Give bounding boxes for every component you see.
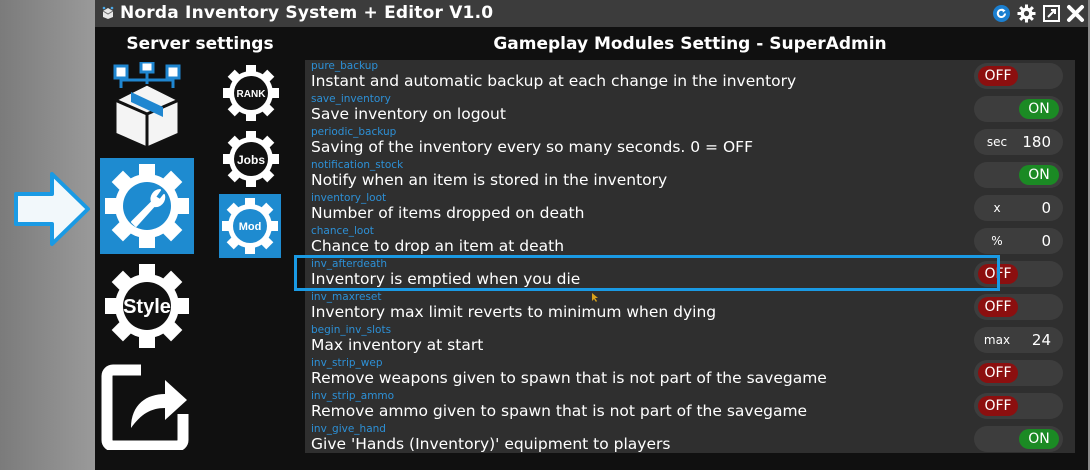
toggle-state: OFF: [978, 396, 1018, 416]
setting-label: Saving of the inventory every so many se…: [311, 138, 753, 156]
rank-gear-icon[interactable]: RANK: [220, 62, 282, 124]
sidebar-title: Server settings: [126, 34, 274, 54]
setting-row-inv-strip-ammo: inv_strip_ammo Remove ammo given to spaw…: [305, 390, 1075, 423]
app-box-icon: [102, 6, 114, 19]
setting-label: Instant and automatic backup at each cha…: [311, 72, 797, 90]
maximize-icon[interactable]: [1042, 4, 1061, 23]
mod-gear-icon[interactable]: Mod: [219, 195, 281, 257]
setting-row-pure-backup: pure_backup Instant and automatic backup…: [305, 60, 1075, 93]
setting-label: Chance to drop an item at death: [311, 237, 565, 255]
toggle-inv-maxreset[interactable]: OFF: [974, 294, 1063, 320]
setting-row-inventory-loot: inventory_loot Number of items dropped o…: [305, 192, 1075, 225]
toggle-state: OFF: [978, 66, 1018, 86]
toggle-inv-strip-wep[interactable]: OFF: [974, 360, 1063, 386]
toggle-pure-backup[interactable]: OFF: [974, 63, 1063, 89]
number-value: 24: [1031, 331, 1051, 349]
setting-label: Notify when an item is stored in the inv…: [311, 171, 668, 189]
unit-label: %: [991, 234, 1003, 248]
unit-label: max: [983, 333, 1011, 347]
mouse-cursor-icon: [592, 293, 598, 302]
toggle-state: ON: [1019, 165, 1059, 185]
setting-row-notification-stock: notification_stock Notify when an item i…: [305, 159, 1075, 192]
refresh-icon[interactable]: [992, 4, 1011, 23]
title-bar[interactable]: Norda Inventory System + Editor V1.0: [95, 0, 1088, 27]
number-input-begin-inv-slots[interactable]: max 24: [974, 327, 1063, 353]
setting-label: Save inventory on logout: [311, 105, 506, 123]
pointer-arrow-icon: [14, 172, 90, 246]
toggle-state: OFF: [978, 297, 1018, 317]
setting-row-save-inventory: save_inventory Save inventory on logout …: [305, 93, 1075, 126]
jobs-label: Jobs: [237, 153, 265, 167]
setting-label: Inventory max limit reverts to minimum w…: [311, 303, 717, 321]
setting-label: Max inventory at start: [311, 336, 484, 354]
network-box-icon[interactable]: [107, 62, 187, 150]
gear-icon[interactable]: [1017, 4, 1036, 23]
number-input-periodic-backup[interactable]: sec 180: [974, 129, 1063, 155]
setting-row-inv-strip-wep: inv_strip_wep Remove weapons given to sp…: [305, 357, 1075, 390]
style-icon-label: Style: [123, 296, 171, 318]
page-title: Gameplay Modules Setting - SuperAdmin: [493, 34, 887, 54]
toggle-state: OFF: [978, 363, 1018, 383]
share-arrow-icon[interactable]: [101, 360, 191, 450]
unit-label: sec: [986, 135, 1008, 149]
number-input-inventory-loot[interactable]: x 0: [974, 195, 1063, 221]
setting-row-inv-give-hand: inv_give_hand Give 'Hands (Inventory)' e…: [305, 423, 1075, 456]
setting-row-begin-inv-slots: begin_inv_slots Max inventory at start m…: [305, 324, 1075, 357]
rank-label: RANK: [237, 89, 267, 100]
number-input-chance-loot[interactable]: % 0: [974, 228, 1063, 254]
toggle-state: ON: [1019, 99, 1059, 119]
setting-label: Number of items dropped on death: [311, 204, 585, 222]
close-icon[interactable]: [1066, 4, 1085, 23]
setting-row-chance-loot: chance_loot Chance to drop an item at de…: [305, 225, 1075, 258]
toggle-inv-strip-ammo[interactable]: OFF: [974, 393, 1063, 419]
setting-label: Remove weapons given to spawn that is no…: [311, 369, 827, 387]
toggle-inv-give-hand[interactable]: ON: [974, 426, 1063, 452]
app-window: Norda Inventory System + Editor V1.0 Ser…: [95, 0, 1088, 470]
toggle-state: ON: [1019, 429, 1059, 449]
setting-row-inv-maxreset: inv_maxreset Inventory max limit reverts…: [305, 291, 1075, 324]
mod-label: Mod: [239, 221, 262, 233]
wrench-gear-icon[interactable]: [102, 160, 192, 252]
number-value: 0: [1041, 199, 1051, 217]
setting-label: Remove ammo given to spawn that is not p…: [311, 402, 808, 420]
setting-label: Give 'Hands (Inventory)' equipment to pl…: [311, 435, 671, 453]
window-title: Norda Inventory System + Editor V1.0: [120, 3, 494, 23]
setting-row-periodic-backup: periodic_backup Saving of the inventory …: [305, 126, 1075, 159]
unit-label: x: [993, 201, 1001, 215]
toggle-notification-stock[interactable]: ON: [974, 162, 1063, 188]
toggle-save-inventory[interactable]: ON: [974, 96, 1063, 122]
style-gear-icon[interactable]: Style: [102, 260, 192, 352]
number-value: 180: [1022, 133, 1051, 151]
number-value: 0: [1041, 232, 1051, 250]
jobs-gear-icon[interactable]: Jobs: [220, 128, 282, 190]
highlight-box: [294, 255, 1000, 291]
